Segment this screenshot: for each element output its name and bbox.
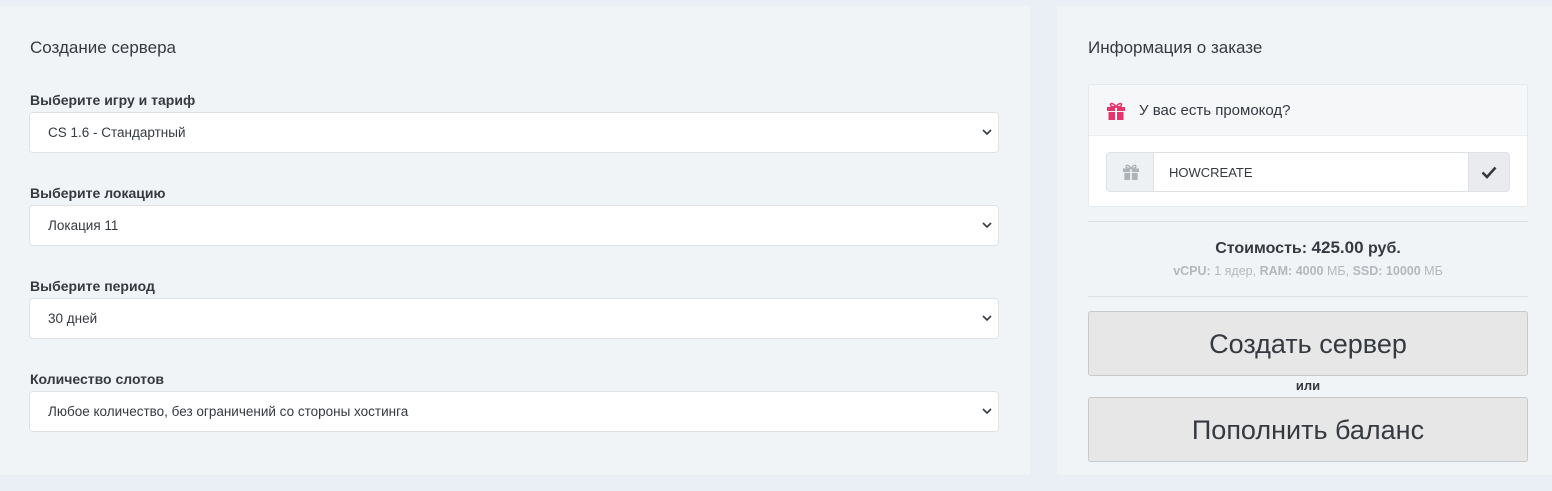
slots-value: Любое количество, без ограничений со сто… bbox=[48, 404, 409, 419]
create-server-button[interactable]: Создать сервер bbox=[1088, 311, 1528, 376]
promo-question: У вас есть промокод? bbox=[1139, 102, 1291, 119]
chevron-down-icon bbox=[982, 129, 992, 136]
or-separator: или bbox=[1295, 378, 1321, 393]
create-server-card: Создание сервера Выберите игру и тариф C… bbox=[0, 6, 1030, 475]
promo-code-header[interactable]: У вас есть промокод? bbox=[1089, 85, 1527, 136]
cost-line: Стоимость: 425.00 руб. bbox=[1088, 238, 1528, 258]
promo-code-input[interactable] bbox=[1155, 153, 1469, 191]
slots-select[interactable]: Любое количество, без ограничений со сто… bbox=[29, 391, 999, 432]
promo-code-panel: У вас есть промокод? bbox=[1088, 84, 1528, 207]
promo-code-input-group bbox=[1106, 152, 1510, 192]
top-up-balance-button[interactable]: Пополнить баланс bbox=[1088, 397, 1528, 462]
order-info-title: Информация о заказе bbox=[1088, 38, 1263, 57]
vcpu-value: 1 ядер, bbox=[1214, 264, 1257, 278]
chevron-down-icon bbox=[982, 315, 992, 322]
chevron-down-icon bbox=[982, 408, 992, 415]
ram-unit: МБ, bbox=[1326, 264, 1350, 278]
ram-label: RAM: bbox=[1259, 264, 1293, 278]
ram-value: 4000 bbox=[1295, 264, 1324, 278]
cost-label: Стоимость: bbox=[1215, 240, 1308, 257]
ssd-value: 10000 bbox=[1385, 264, 1421, 278]
period-label: Выберите период bbox=[30, 278, 155, 294]
ssd-label: SSD: bbox=[1352, 264, 1383, 278]
location-label: Выберите локацию bbox=[30, 185, 166, 201]
location-value: Локация 11 bbox=[48, 218, 119, 233]
divider bbox=[1088, 296, 1528, 297]
cost-value: 425.00 bbox=[1311, 238, 1364, 257]
location-select[interactable]: Локация 11 bbox=[29, 205, 999, 246]
slots-label: Количество слотов bbox=[30, 371, 165, 387]
order-info-card: Информация о заказе У вас есть промокод? bbox=[1057, 6, 1552, 475]
game-tariff-select[interactable]: CS 1.6 - Стандартный bbox=[29, 112, 999, 153]
period-select[interactable]: 30 дней bbox=[29, 298, 999, 339]
game-tariff-label: Выберите игру и тариф bbox=[30, 92, 196, 108]
vcpu-label: vCPU: bbox=[1173, 264, 1211, 278]
gift-icon bbox=[1123, 164, 1139, 180]
promo-apply-button[interactable] bbox=[1468, 153, 1509, 191]
divider bbox=[1088, 221, 1528, 222]
promo-prefix bbox=[1107, 153, 1154, 191]
check-icon bbox=[1481, 166, 1497, 179]
chevron-down-icon bbox=[982, 222, 992, 229]
server-specs: vCPU: 1 ядер, RAM: 4000 МБ, SSD: 10000 М… bbox=[1088, 264, 1528, 278]
game-tariff-value: CS 1.6 - Стандартный bbox=[48, 125, 186, 140]
gift-icon bbox=[1107, 102, 1125, 120]
cost-currency: руб. bbox=[1367, 240, 1401, 257]
create-server-title: Создание сервера bbox=[30, 38, 177, 57]
period-value: 30 дней bbox=[48, 311, 98, 326]
ssd-unit: МБ bbox=[1424, 264, 1443, 278]
